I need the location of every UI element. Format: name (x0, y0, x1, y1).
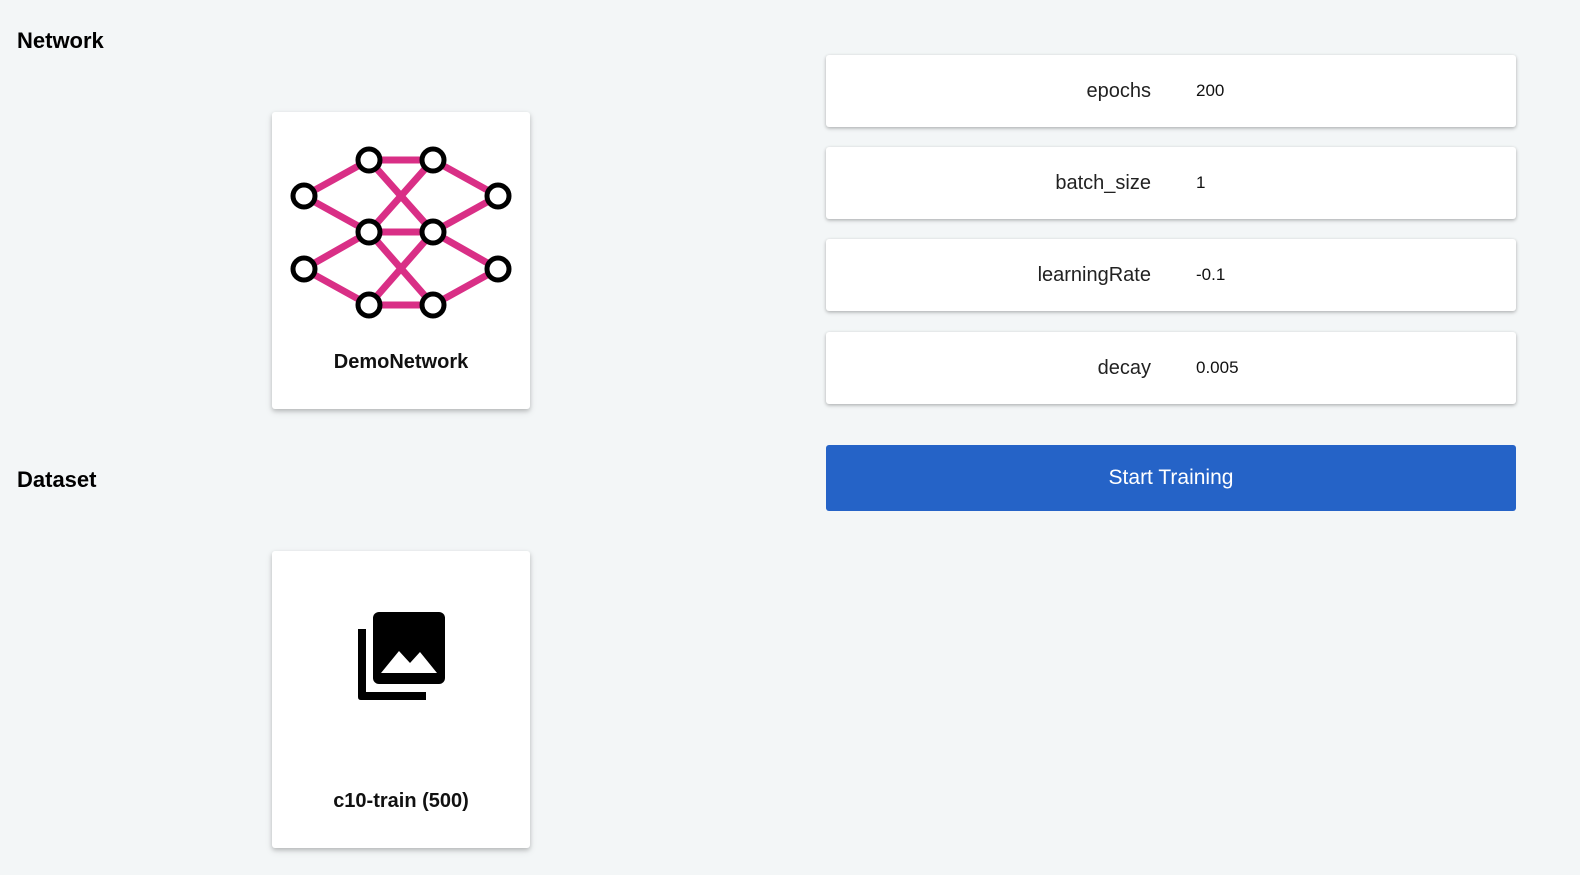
param-row-batch-size: batch_size (826, 147, 1516, 219)
network-card-label: DemoNetwork (333, 351, 469, 373)
image-collection-icon (358, 612, 445, 700)
batch-size-label: batch_size (1055, 172, 1151, 194)
param-row-epochs: epochs (826, 55, 1516, 127)
dataset-section-title: Dataset (17, 467, 97, 492)
decay-label: decay (1097, 357, 1151, 379)
param-row-learning-rate: learningRate (826, 239, 1516, 311)
start-training-button[interactable]: Start Training (826, 445, 1516, 511)
dataset-card-label: c10-train (500) (333, 790, 469, 812)
learning-rate-input[interactable] (1196, 257, 1486, 293)
param-row-decay: decay (826, 332, 1516, 404)
dataset-card[interactable]: c10-train (500) (272, 551, 530, 848)
learning-rate-label: learningRate (1037, 264, 1151, 286)
epochs-label: epochs (1086, 80, 1152, 102)
batch-size-input[interactable] (1196, 165, 1486, 201)
network-section-title: Network (17, 28, 104, 53)
neural-network-icon (290, 146, 512, 319)
decay-input[interactable] (1196, 350, 1486, 386)
network-card[interactable]: DemoNetwork (272, 112, 530, 409)
epochs-input[interactable] (1196, 73, 1486, 109)
